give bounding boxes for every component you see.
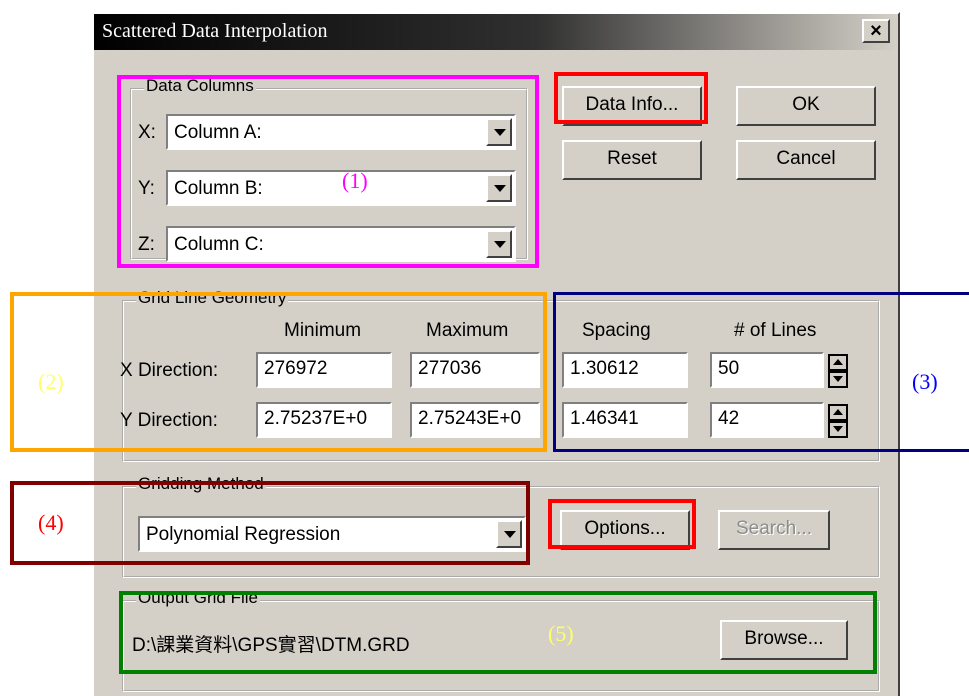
- title-bar[interactable]: Scattered Data Interpolation ×: [94, 14, 898, 50]
- highlight-options: [548, 499, 696, 549]
- annotation-2: (2): [38, 369, 64, 394]
- highlight-gridding-method: [10, 481, 530, 565]
- search-button[interactable]: Search...: [718, 510, 830, 550]
- annotation-3: (3): [912, 369, 938, 394]
- highlight-data-columns: [117, 75, 539, 268]
- highlight-grid-spacing: [553, 292, 969, 452]
- ok-button[interactable]: OK: [736, 86, 876, 126]
- annotation-4: (4): [38, 510, 64, 535]
- window-title: Scattered Data Interpolation: [102, 20, 328, 42]
- close-button[interactable]: ×: [862, 19, 890, 43]
- cancel-button[interactable]: Cancel: [736, 140, 876, 180]
- highlight-grid-min-max: [10, 292, 547, 452]
- annotation-1: (1): [342, 168, 368, 193]
- highlight-data-info: [554, 72, 708, 124]
- reset-button[interactable]: Reset: [562, 140, 702, 180]
- highlight-output-file: [119, 591, 877, 674]
- annotation-5: (5): [548, 621, 574, 646]
